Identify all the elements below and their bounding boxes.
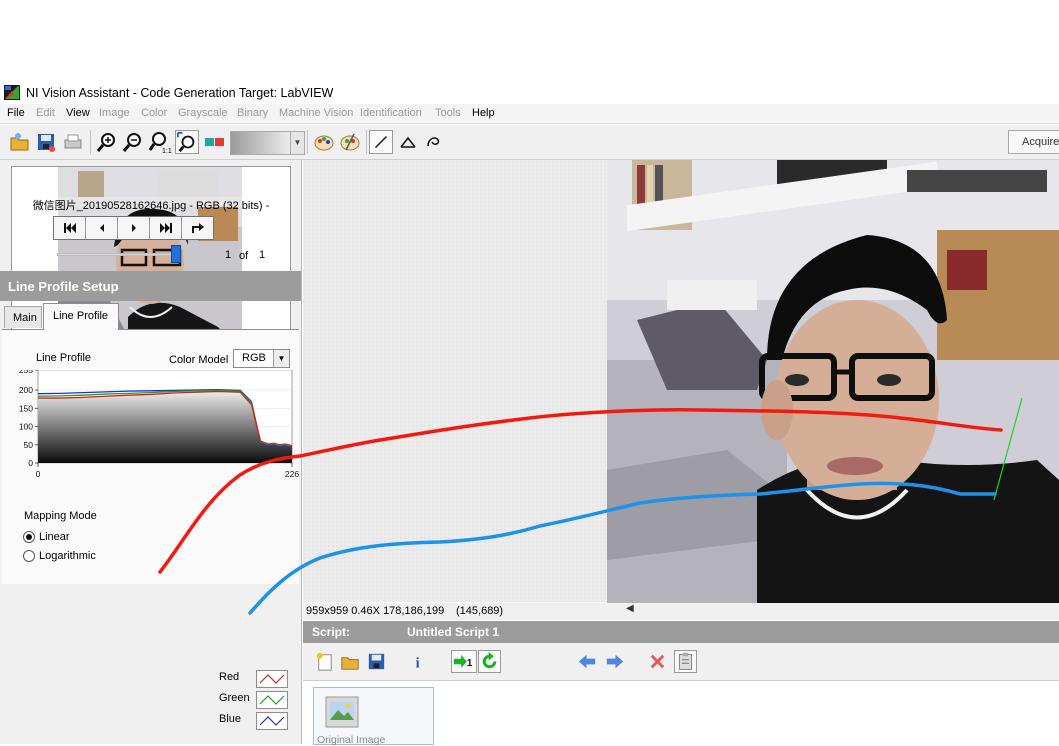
next-icon [131,224,136,232]
color-palette-icon[interactable] [312,130,336,154]
image-slider-track[interactable] [57,253,181,256]
menu-view[interactable]: View [66,107,90,119]
image-navigation [53,216,214,240]
original-image-icon [325,696,359,728]
logarithmic-label: Logarithmic [39,550,96,562]
print-icon[interactable] [61,130,85,154]
menu-bar: File Edit View Image Color Grayscale Bin… [0,104,1059,124]
first-icon [63,223,76,233]
page-total: 1 [259,249,266,261]
y-tick-label: 100 [19,422,33,432]
chevron-down-icon[interactable]: ▼ [273,350,289,367]
line-profile-chart: 0 50 100 150 200 255 0 226 [19,370,299,479]
image-slider-thumb[interactable] [171,245,181,263]
step-forward-icon[interactable] [603,650,626,673]
previous-image-button[interactable] [86,217,118,239]
chevron-down-icon[interactable]: ▼ [290,132,304,154]
y-tick-label: 200 [19,385,33,395]
step-back-icon[interactable] [576,650,599,673]
red-channel-color-button[interactable] [256,670,288,688]
svg-text:1: 1 [467,658,473,669]
svg-text:i: i [416,655,420,671]
last-image-button[interactable] [150,217,182,239]
menu-machine-vision[interactable]: Machine Vision [279,107,353,119]
menu-help[interactable]: Help [472,107,495,119]
menu-edit[interactable]: Edit [36,107,55,119]
save-image-icon[interactable] [34,130,58,154]
y-tick-label: 255 [19,370,33,375]
last-icon [159,223,172,233]
logarithmic-radio[interactable] [23,550,35,562]
color-palette-2-icon[interactable] [338,130,362,154]
x-tick-label: 226 [285,469,299,479]
menu-tools[interactable]: Tools [435,107,461,119]
open-image-icon[interactable] [8,130,32,154]
color-model-value: RGB [242,352,266,364]
previous-icon [99,224,104,232]
zoom-1-to-1-icon[interactable]: 1:1 [148,130,172,155]
green-channel-color-button[interactable] [256,691,288,709]
broken-line-tool-icon[interactable] [396,130,420,154]
script-name: Untitled Script 1 [407,625,500,639]
return-arrow-icon [191,223,204,233]
acquire-button[interactable]: Acquire [1008,130,1059,154]
window-title: NI Vision Assistant - Code Generation Ta… [26,86,334,100]
line-tool-icon[interactable] [369,130,393,154]
red-channel-label: Red [219,671,240,683]
page-of-label: of [239,250,249,262]
image-info-readout: 959x959 0.46X 178,186,199 [306,605,445,617]
open-script-icon[interactable] [339,650,362,673]
save-script-icon[interactable] [365,650,388,673]
y-tick-label: 50 [24,440,34,450]
delete-step-icon[interactable] [646,650,669,673]
menu-color[interactable]: Color [141,107,167,119]
linear-radio[interactable] [23,531,35,543]
title-bar: NI Vision Assistant - Code Generation Ta… [0,82,1059,104]
main-toolbar: 1:1 ▼ Acquire [0,125,1059,160]
green-channel-label: Green [219,692,250,704]
menu-file[interactable]: File [7,107,25,119]
image-display[interactable] [607,160,1059,603]
page-current: 1 [225,249,232,261]
y-tick-label: 150 [19,403,33,413]
svg-text:1:1: 1:1 [162,148,172,154]
scroll-left-icon[interactable]: ◀ [626,603,634,614]
freehand-line-tool-icon[interactable] [422,130,446,154]
menu-image[interactable]: Image [99,107,130,119]
tab-main[interactable]: Main [4,306,42,328]
cursor-coordinates: (145,689) [456,605,504,617]
first-image-button[interactable] [54,217,86,239]
mapping-mode-label: Mapping Mode [24,510,97,522]
x-tick-label: 0 [36,469,41,479]
blue-channel-label: Blue [219,713,242,725]
y-tick-label: 0 [28,458,33,468]
color-model-select[interactable]: RGB ▼ [233,349,290,368]
menu-grayscale[interactable]: Grayscale [178,107,228,119]
script-step-label: Original Image [317,734,386,746]
line-profile-label: Line Profile [36,352,92,364]
image-filename: 微信图片_20190528162646.jpg - RGB (32 bits) … [32,200,270,212]
linear-label: Linear [39,531,70,543]
tab-line-profile[interactable]: Line Profile [43,303,119,330]
app-icon [4,85,20,100]
zoom-out-icon[interactable] [121,130,145,154]
script-label: Script: [312,625,351,639]
menu-binary[interactable]: Binary [237,107,268,119]
clipboard-icon[interactable] [674,650,697,673]
new-script-icon[interactable] [313,650,336,673]
zoom-in-icon[interactable] [95,130,119,154]
info-icon[interactable]: i [408,650,431,673]
return-button[interactable] [182,217,213,239]
color-model-label: Color Model [169,354,229,366]
run-once-icon[interactable]: 1 [451,650,477,673]
setup-panel-title: Line Profile Setup [0,271,301,301]
zoom-to-fit-icon[interactable] [175,130,199,154]
palette-icon[interactable] [202,130,226,154]
menu-identification[interactable]: Identification [360,107,422,119]
blue-channel-color-button[interactable] [256,712,288,730]
palette-select[interactable]: ▼ [230,131,305,155]
next-image-button[interactable] [118,217,150,239]
run-continuous-icon[interactable] [478,650,501,673]
